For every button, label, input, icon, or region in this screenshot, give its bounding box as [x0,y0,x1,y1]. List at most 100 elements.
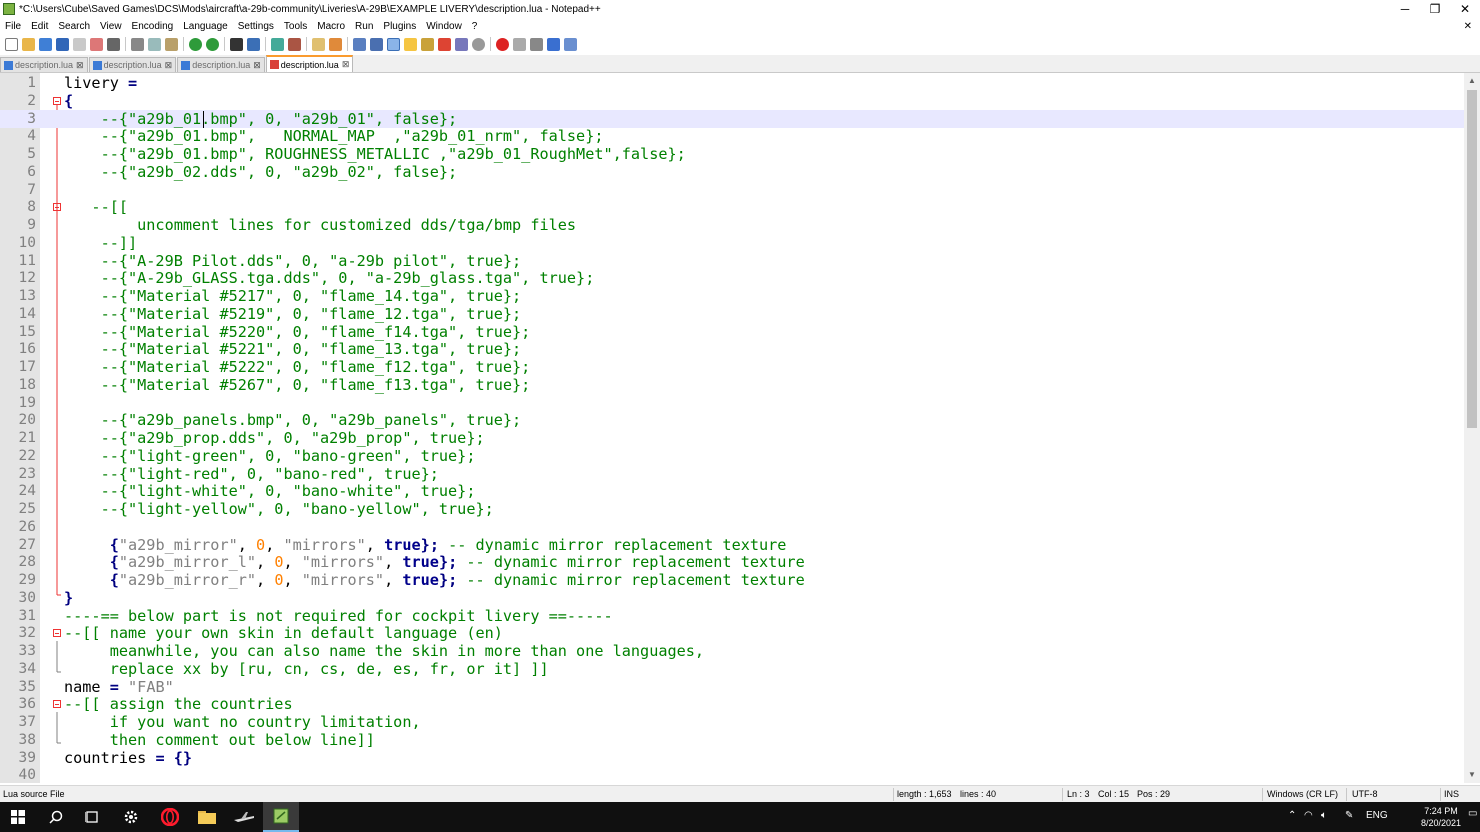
code-text[interactable]: { [64,92,73,110]
tab-close-icon[interactable]: ⊠ [342,59,350,70]
volume-icon[interactable]: 🔈︎ [1321,810,1327,821]
code-line[interactable]: 6 --{"a29b_02.dds", 0, "a29b_02", false}… [0,163,1464,181]
menu-language[interactable]: Language [178,21,233,32]
code-text[interactable]: --{"light-white", 0, "bano-white", true}… [64,482,476,500]
code-line[interactable]: 21 --{"a29b_prop.dds", 0, "a29b_prop", t… [0,429,1464,447]
code-line[interactable]: 34 replace xx by [ru, cn, cs, de, es, fr… [0,660,1464,678]
code-line[interactable]: 5 --{"a29b_01.bmp", ROUGHNESS_METALLIC ,… [0,145,1464,163]
code-text[interactable]: countries = {} [64,749,192,767]
code-line[interactable]: 30} [0,589,1464,607]
close-button[interactable]: ✕ [1450,0,1480,18]
menu-help[interactable]: ? [467,21,483,32]
code-line[interactable]: 7 [0,181,1464,199]
settings-gear-icon[interactable] [113,802,149,832]
run-macro-multiple-icon[interactable] [547,37,560,51]
code-line[interactable]: 27 {"a29b_mirror", 0, "mirrors", true}; … [0,536,1464,554]
notification-icon[interactable]: ▭ [1468,808,1477,819]
scroll-up-icon[interactable]: ▲ [1464,73,1480,89]
code-line[interactable]: 24 --{"light-white", 0, "bano-white", tr… [0,482,1464,500]
record-macro-icon[interactable] [496,37,509,51]
replace-icon[interactable] [247,37,260,51]
code-text[interactable]: --{"a29b_prop.dds", 0, "a29b_prop", true… [64,429,485,447]
print-icon[interactable] [107,37,120,51]
find-icon[interactable] [230,37,243,51]
menu-search[interactable]: Search [53,21,95,32]
search-icon[interactable] [38,802,74,832]
code-text[interactable]: meanwhile, you can also name the skin in… [64,642,704,660]
pen-icon[interactable]: ✎ [1345,810,1353,821]
code-text[interactable]: --{"Material #5217", 0, "flame_14.tga", … [64,287,522,305]
code-text[interactable]: --{"A-29B Pilot.dds", 0, "a-29b pilot", … [64,252,522,270]
code-line[interactable]: 15 --{"Material #5220", 0, "flame_f14.tg… [0,323,1464,341]
code-line[interactable]: 13 --{"Material #5217", 0, "flame_14.tga… [0,287,1464,305]
code-line[interactable]: 23 --{"light-red", 0, "bano-red", true}; [0,465,1464,483]
system-clock[interactable]: 7:24 PM 8/20/2021 [1416,805,1466,829]
monitoring-icon[interactable] [472,37,485,51]
code-line[interactable]: 36 --[[ assign the countries [0,695,1464,713]
code-text[interactable]: --{"a29b_01.bmp", 0, "a29b_01", false}; [64,110,458,128]
code-line[interactable]: 29 {"a29b_mirror_r", 0, "mirrors", true}… [0,571,1464,589]
scroll-down-icon[interactable]: ▼ [1464,767,1480,783]
restore-button[interactable]: ❐ [1420,0,1450,18]
menu-plugins[interactable]: Plugins [378,21,421,32]
code-text[interactable]: --[[ name your own skin in default langu… [64,624,503,642]
code-text[interactable]: --{"light-yellow", 0, "bano-yellow", tru… [64,500,494,518]
code-text[interactable]: --{"light-red", 0, "bano-red", true}; [64,465,439,483]
code-line[interactable]: 18 --{"Material #5267", 0, "flame_f13.tg… [0,376,1464,394]
code-line[interactable]: 3 --{"a29b_01.bmp", 0, "a29b_01", false}… [0,109,1464,128]
cut-icon[interactable] [131,37,144,51]
menu-tools[interactable]: Tools [279,21,312,32]
menu-encoding[interactable]: Encoding [127,21,179,32]
document-map-icon[interactable] [421,37,434,51]
tab-close-icon[interactable]: ⊠ [253,60,261,71]
code-text[interactable]: --{"light-green", 0, "bano-green", true}… [64,447,476,465]
task-view-icon[interactable] [74,802,110,832]
copy-icon[interactable] [148,37,161,51]
word-wrap-icon[interactable] [353,37,366,51]
stop-macro-icon[interactable] [513,37,526,51]
code-text[interactable]: name = "FAB" [64,678,174,696]
code-text[interactable]: livery = [64,74,137,92]
close-file-icon[interactable] [73,37,86,51]
save-all-icon[interactable] [56,37,69,51]
code-text[interactable]: --{"a29b_01.bmp", ROUGHNESS_METALLIC ,"a… [64,145,686,163]
code-line[interactable]: 22 --{"light-green", 0, "bano-green", tr… [0,447,1464,465]
vertical-scrollbar[interactable]: ▲ ▼ [1464,73,1480,783]
menu-settings[interactable]: Settings [233,21,279,32]
opera-browser-icon[interactable] [152,802,188,832]
code-line[interactable]: 39 countries = {} [0,749,1464,767]
paste-icon[interactable] [165,37,178,51]
menu-window[interactable]: Window [421,21,467,32]
code-text[interactable]: if you want no country limitation, [64,713,421,731]
code-text[interactable]: --{"A-29b_GLASS.tga.dds", 0, "a-29b_glas… [64,269,595,287]
code-line[interactable]: 25 --{"light-yellow", 0, "bano-yellow", … [0,500,1464,518]
code-line[interactable]: 8 --[[ [0,198,1464,216]
show-hidden-icons-icon[interactable]: ⌃ [1288,810,1296,821]
close-all-icon[interactable] [90,37,103,51]
menu-view[interactable]: View [95,21,127,32]
new-file-icon[interactable] [5,37,18,51]
code-line[interactable]: 9 uncomment lines for customized dds/tga… [0,216,1464,234]
code-text[interactable]: --{"a29b_02.dds", 0, "a29b_02", false}; [64,163,458,181]
code-line[interactable]: 4 --{"a29b_01.bmp", NORMAL_MAP ,"a29b_01… [0,127,1464,145]
sync-vertical-icon[interactable] [312,37,325,51]
save-macro-icon[interactable] [564,37,577,51]
tab-description-lua-3[interactable]: description.lua ⊠ [177,57,265,72]
sync-horizontal-icon[interactable] [329,37,342,51]
code-text[interactable]: --]] [64,234,138,252]
code-text[interactable]: --{"Material #5221", 0, "flame_13.tga", … [64,340,522,358]
code-line[interactable]: 10 --]] [0,234,1464,252]
fold-toggle-icon[interactable] [53,629,61,638]
scroll-thumb[interactable] [1467,90,1477,428]
save-icon[interactable] [39,37,52,51]
code-line[interactable]: 38 then comment out below line]] [0,731,1464,749]
zoom-out-icon[interactable] [288,37,301,51]
code-text[interactable]: {"a29b_mirror_r", 0, "mirrors", true}; -… [64,571,805,589]
close-document-icon[interactable]: ✕ [1464,21,1480,32]
code-line[interactable]: 17 --{"Material #5222", 0, "flame_f12.tg… [0,358,1464,376]
code-line[interactable]: 16 --{"Material #5221", 0, "flame_13.tga… [0,340,1464,358]
code-line[interactable]: 1 livery = [0,74,1464,92]
user-language-icon[interactable] [404,37,417,51]
folder-workspace-icon[interactable] [455,37,468,51]
open-file-icon[interactable] [22,37,35,51]
